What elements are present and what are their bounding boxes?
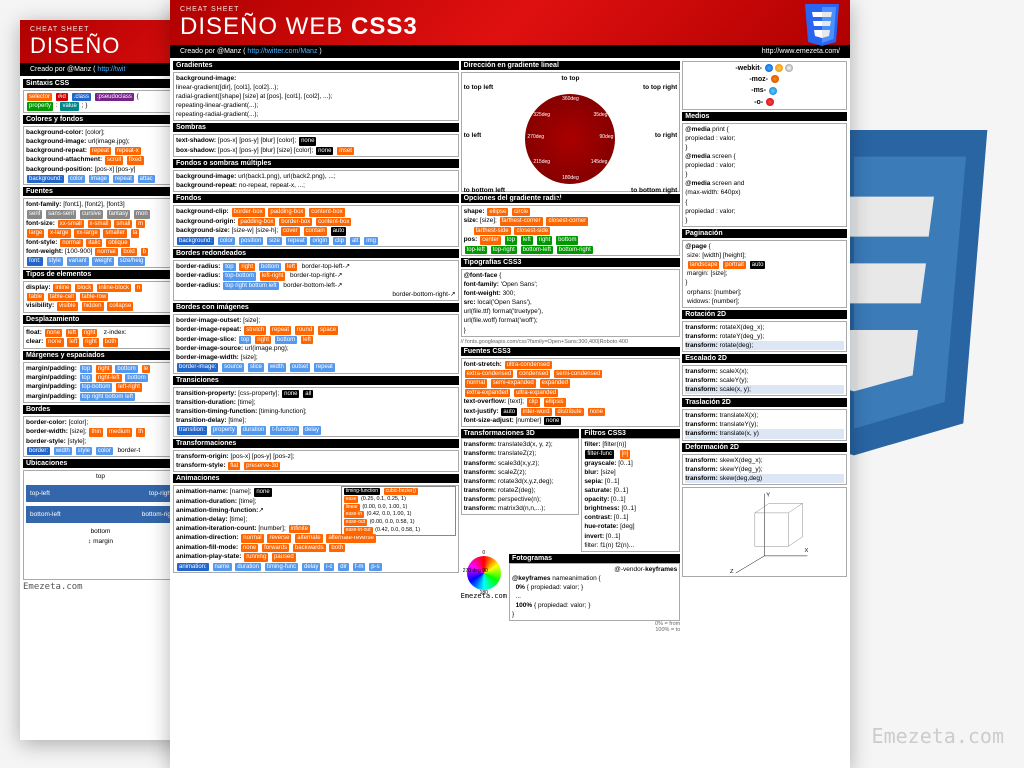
author-link[interactable]: http://twit — [97, 66, 125, 73]
section-sintaxis: Sintaxis CSS — [23, 79, 178, 88]
sec-deformacion: Deformación 2D — [682, 443, 847, 452]
section-ubicaciones: Ubicaciones — [23, 459, 178, 468]
section-colores: Colores y fondos — [23, 115, 178, 124]
author-link[interactable]: http://twitter.com/Manz — [247, 48, 317, 55]
google-fonts-url: // fonts.googleapis.com/css?family=Open+… — [461, 339, 681, 345]
sec-transform3d: Transformaciones 3D — [461, 429, 580, 438]
sec-sombras: Sombras — [173, 123, 459, 132]
sec-bordes-img: Bordes con imágenes — [173, 303, 459, 312]
sec-bordes-redondeados: Bordes redondeados — [173, 249, 459, 258]
section-tipos: Tipos de elementos — [23, 270, 178, 279]
sec-filtros: Filtros CSS3 — [581, 429, 680, 438]
css3-badge-icon — [802, 4, 842, 44]
svg-text:Z: Z — [730, 569, 734, 575]
color-wheel-icon: 0 270 deg 90 180 Emezeta.com — [461, 554, 507, 600]
section-fuentes: Fuentes — [23, 187, 178, 196]
emezeta-brand: Emezeta.com — [23, 582, 178, 592]
title-b: CSS3 — [351, 13, 418, 40]
sec-transformaciones: Transformaciones — [173, 439, 459, 448]
emezeta-watermark: Emezeta.com — [872, 724, 1004, 748]
sec-traslacion: Traslación 2D — [682, 398, 847, 407]
sec-transiciones: Transiciones — [173, 376, 459, 385]
author-label: Creado por @Manz ( — [180, 48, 247, 55]
sec-tipografias: Tipografías CSS3 — [461, 258, 681, 267]
site-url[interactable]: http://www.emezeta.com/ — [762, 48, 840, 55]
sec-fuentes-css3: Fuentes CSS3 — [461, 347, 681, 356]
gradient-direction-diagram: 360deg 325deg 35deg 270deg 90deg 215deg … — [525, 94, 615, 184]
eyebrow: CHEAT SHEET — [180, 6, 840, 13]
sec-rotacion: Rotación 2D — [682, 310, 847, 319]
section-bordes: Bordes — [23, 405, 178, 414]
sec-gradientes: Gradientes — [173, 61, 459, 70]
sec-animaciones: Animaciones — [173, 474, 459, 483]
svg-text:Y: Y — [767, 493, 771, 499]
sec-multiples: Fondos o sombras múltiples — [173, 159, 459, 168]
cheatsheet-front-page: CHEAT SHEET DISEÑO WEB CSS3 Creado por @… — [170, 0, 850, 768]
section-desplaz: Desplazamiento — [23, 315, 178, 324]
sec-paginacion: Paginación — [682, 229, 847, 238]
sec-fotogramas: Fotogramas — [509, 554, 680, 563]
axes-diagram: Y X Z — [682, 487, 847, 577]
vendor-prefixes: -webkit- -moz- -ms- -o- — [682, 61, 847, 110]
title-a: DISEÑO WEB — [180, 13, 351, 40]
author-label: Creado por @Manz ( — [30, 66, 97, 73]
sec-fondos: Fondos — [173, 194, 459, 203]
svg-text:X: X — [805, 548, 809, 554]
section-margenes: Márgenes y espaciados — [23, 351, 178, 360]
sec-escalado: Escalado 2D — [682, 354, 847, 363]
sec-direccion: Dirección en gradiente lineal — [461, 61, 681, 70]
sec-medios: Medios — [682, 112, 847, 121]
